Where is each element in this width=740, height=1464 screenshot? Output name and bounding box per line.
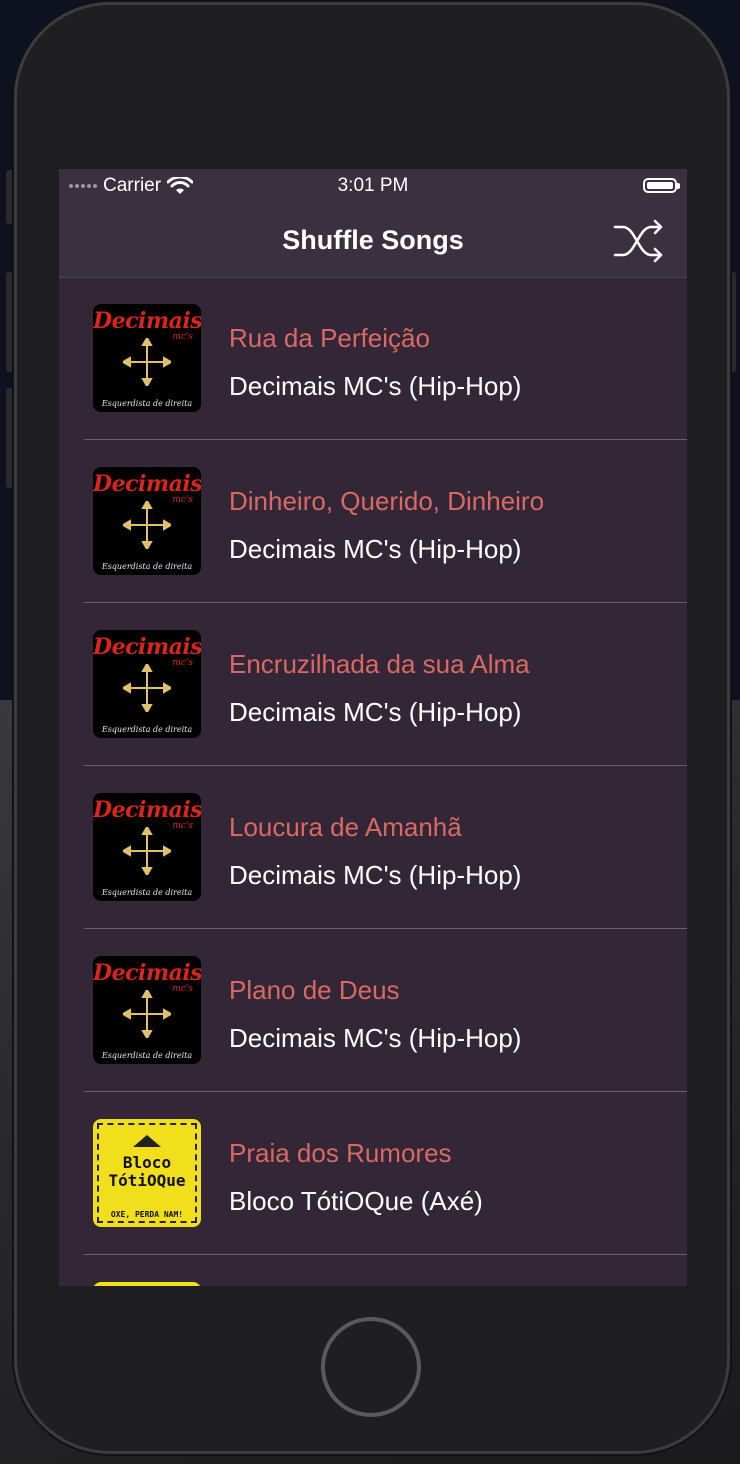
song-title: Dinheiro, Querido, Dinheiro	[229, 486, 545, 516]
song-artist: Decimais MC's (Hip-Hop)	[229, 1023, 522, 1053]
album-sub: mc's	[172, 821, 193, 831]
album-sub: mc's	[172, 658, 193, 668]
song-artist: Decimais MC's (Hip-Hop)	[229, 697, 522, 727]
album-art: Bloco TótiOQue OXE, PERDA NAM!	[93, 1282, 201, 1286]
cross-arrows-icon	[123, 664, 171, 712]
volume-down-button	[6, 388, 14, 488]
album-tagline: Esquerdista de direita	[101, 562, 193, 571]
album-line1: Bloco	[122, 1153, 172, 1172]
navigation-bar: Shuffle Songs	[59, 203, 687, 278]
shuffle-icon[interactable]	[613, 219, 665, 263]
song-title: Loucura de Amanhã	[229, 812, 462, 842]
album-logo: Decimais	[93, 960, 201, 986]
song-title: Rua da Perfeição	[229, 323, 430, 353]
song-artist: Decimais MC's (Hip-Hop)	[229, 371, 522, 401]
album-logo: Decimais	[93, 308, 201, 334]
volume-up-button	[6, 272, 14, 372]
album-line2: TótiOQue	[108, 1171, 186, 1190]
song-row-partial[interactable]: Bloco TótiOQue OXE, PERDA NAM!	[59, 1255, 687, 1286]
cross-arrows-icon	[123, 501, 171, 549]
album-tagline: OXE, PERDA NAM!	[110, 1210, 184, 1219]
album-tagline: Esquerdista de direita	[101, 888, 193, 897]
album-logo: Decimais	[93, 797, 201, 823]
album-art: Bloco TótiOQue OXE, PERDA NAM!	[93, 1119, 201, 1227]
album-art: Decimais mc's Esquerdista de direita	[93, 467, 201, 575]
cross-arrows-icon	[123, 990, 171, 1038]
album-logo: Decimais	[93, 634, 201, 660]
album-sub: mc's	[172, 984, 193, 994]
album-tagline: Esquerdista de direita	[101, 725, 193, 734]
song-title: Plano de Deus	[229, 975, 400, 1005]
album-art: Decimais mc's Esquerdista de direita	[93, 304, 201, 412]
album-tagline: Esquerdista de direita	[101, 1051, 193, 1060]
song-row[interactable]: Decimais mc's Esquerdista de direita Pla…	[59, 929, 687, 1092]
album-art: Decimais mc's Esquerdista de direita	[93, 630, 201, 738]
album-sub: mc's	[172, 495, 193, 505]
hat-icon	[133, 1135, 161, 1147]
cross-arrows-icon	[123, 338, 171, 386]
song-artist: Decimais MC's (Hip-Hop)	[229, 860, 522, 890]
clock: 3:01 PM	[337, 175, 409, 196]
song-title: Encruzilhada da sua Alma	[229, 649, 530, 679]
album-logo: Decimais	[93, 471, 201, 497]
album-tagline: Esquerdista de direita	[101, 399, 193, 408]
album-art: Decimais mc's Esquerdista de direita	[93, 956, 201, 1064]
status-bar: Carrier 3:01 PM	[59, 169, 687, 203]
cross-arrows-icon	[123, 827, 171, 875]
song-row[interactable]: Decimais mc's Esquerdista de direita Rua…	[59, 277, 687, 440]
album-art: Decimais mc's Esquerdista de direita	[93, 793, 201, 901]
song-row[interactable]: Decimais mc's Esquerdista de direita Enc…	[59, 603, 687, 766]
screen: Carrier 3:01 PM Shuffle Songs Decimais m…	[59, 169, 687, 1286]
page-title: Shuffle Songs	[282, 225, 464, 255]
song-artist: Decimais MC's (Hip-Hop)	[229, 534, 522, 564]
song-row[interactable]: Decimais mc's Esquerdista de direita Din…	[59, 440, 687, 603]
song-title: Praia dos Rumores	[229, 1138, 452, 1168]
song-row[interactable]: Decimais mc's Esquerdista de direita Lou…	[59, 766, 687, 929]
song-artist: Bloco TótiOQue (Axé)	[229, 1186, 483, 1216]
album-sub: mc's	[172, 332, 193, 342]
home-button[interactable]	[321, 1317, 421, 1417]
song-row[interactable]: Bloco TótiOQue OXE, PERDA NAM! Praia dos…	[59, 1092, 687, 1255]
battery-icon	[643, 178, 680, 193]
song-list: Decimais mc's Esquerdista de direita Rua…	[59, 277, 687, 1286]
mute-switch	[6, 170, 14, 224]
